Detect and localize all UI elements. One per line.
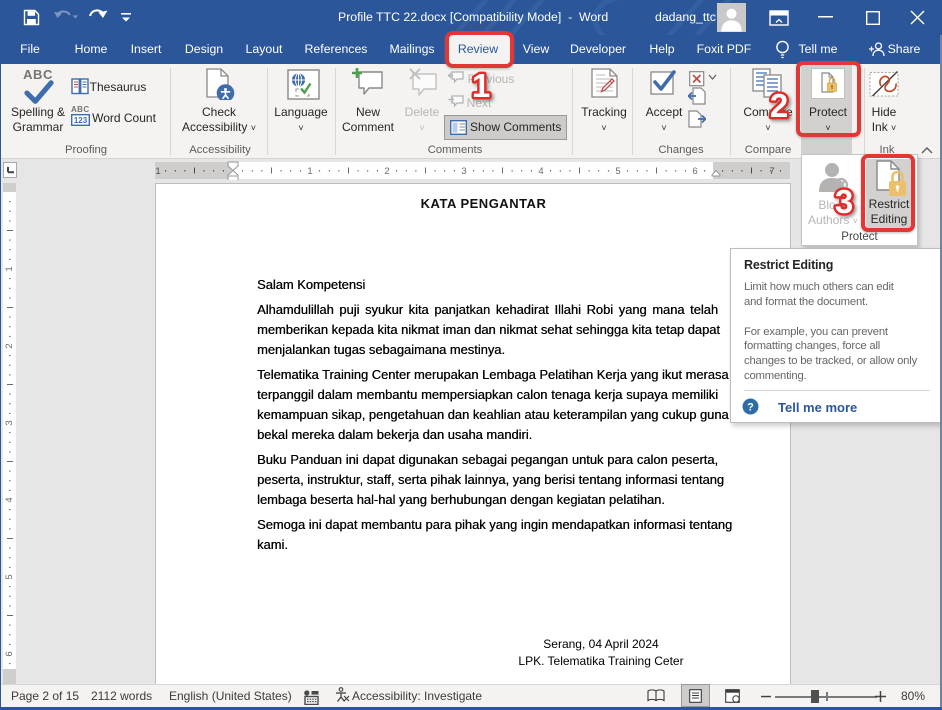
svg-text:6: 6 — [692, 166, 697, 177]
svg-text:6: 6 — [4, 651, 15, 656]
svg-text:5: 5 — [4, 574, 15, 579]
svg-text:3: 3 — [461, 166, 466, 177]
svg-text:?: ? — [747, 402, 754, 414]
svg-text:1: 1 — [155, 166, 160, 177]
svg-text:1: 1 — [307, 166, 312, 177]
svg-text:1: 1 — [472, 67, 490, 104]
svg-text:2: 2 — [384, 166, 389, 177]
svg-text:7: 7 — [769, 166, 774, 177]
svg-text:4: 4 — [4, 497, 15, 502]
svg-text:3: 3 — [4, 420, 15, 425]
svg-text:2: 2 — [770, 87, 788, 124]
svg-text:3: 3 — [835, 183, 853, 220]
svg-text:2: 2 — [4, 343, 15, 348]
svg-text:5: 5 — [615, 166, 620, 177]
svg-text:1: 1 — [4, 266, 15, 271]
svg-text:4: 4 — [538, 166, 543, 177]
svg-text:123: 123 — [74, 116, 88, 125]
